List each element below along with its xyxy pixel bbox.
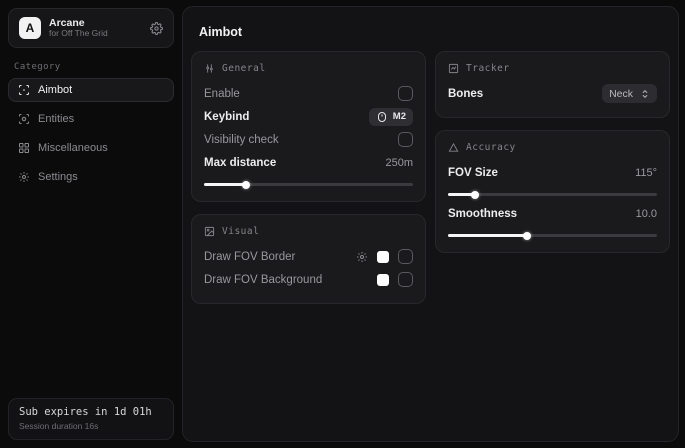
fov-size-value: 115° [635, 167, 657, 179]
visibility-check-checkbox[interactable] [398, 132, 413, 147]
slider-thumb[interactable] [242, 181, 250, 189]
accuracy-card: Accuracy FOV Size 115° Smoothness 10.0 [435, 130, 670, 253]
keybind-label: Keybind [204, 111, 249, 123]
slider-thumb[interactable] [471, 191, 479, 199]
gear-icon[interactable] [356, 251, 368, 263]
visual-card: Visual Draw FOV Border [191, 214, 426, 304]
max-distance-slider[interactable] [204, 183, 413, 186]
app-logo: A [19, 17, 41, 39]
sidebar-item-entities[interactable]: Entities [8, 107, 174, 131]
keybind-button[interactable]: M2 [369, 108, 413, 126]
fov-border-color-swatch[interactable] [377, 251, 389, 263]
max-distance-row: Max distance 250m [204, 151, 413, 174]
scan-eye-icon [18, 113, 30, 125]
sliders-icon [204, 63, 215, 74]
app-subtitle: for Off The Grid [49, 29, 142, 39]
app-header-card: A Arcane for Off The Grid [8, 8, 174, 48]
max-distance-label: Max distance [204, 157, 276, 169]
keybind-value: M2 [393, 111, 406, 122]
enable-row: Enable [204, 82, 413, 105]
smoothness-row: Smoothness 10.0 [448, 202, 657, 225]
visibility-check-label: Visibility check [204, 134, 279, 146]
sidebar-item-label: Settings [38, 171, 78, 183]
bones-label: Bones [448, 88, 483, 100]
crosshair-icon [18, 84, 30, 96]
enable-label: Enable [204, 88, 240, 100]
mouse-icon [376, 112, 388, 122]
bones-row: Bones Neck [448, 82, 657, 105]
app-window: A Arcane for Off The Grid Category [0, 0, 685, 448]
smoothness-value: 10.0 [636, 208, 657, 220]
gear-icon [18, 171, 30, 183]
sidebar-item-label: Aimbot [38, 84, 72, 96]
main-panel: Aimbot General [182, 6, 679, 442]
fov-border-row: Draw FOV Border [204, 245, 413, 268]
boxes-icon [18, 142, 30, 154]
section-title: Tracker [466, 63, 510, 74]
sidebar: A Arcane for Off The Grid Category [0, 0, 182, 448]
sidebar-item-label: Miscellaneous [38, 142, 108, 154]
sidebar-item-settings[interactable]: Settings [8, 165, 174, 189]
bones-selected-value: Neck [609, 88, 633, 100]
subscription-card: Sub expires in 1d 01h Session duration 1… [8, 398, 174, 440]
fov-background-row: Draw FOV Background [204, 268, 413, 291]
tracker-icon [448, 63, 459, 74]
sidebar-item-miscellaneous[interactable]: Miscellaneous [8, 136, 174, 160]
visibility-check-row: Visibility check [204, 128, 413, 151]
fov-size-label: FOV Size [448, 167, 498, 179]
max-distance-value: 250m [385, 157, 413, 169]
fov-border-checkbox[interactable] [398, 249, 413, 264]
triangle-icon [448, 142, 459, 153]
fov-size-slider[interactable] [448, 193, 657, 196]
session-duration-text: Session duration 16s [19, 421, 163, 431]
fov-background-label: Draw FOV Background [204, 274, 322, 286]
page-title: Aimbot [199, 25, 662, 39]
fov-size-row: FOV Size 115° [448, 161, 657, 184]
keybind-row: Keybind M2 [204, 105, 413, 128]
section-title: General [222, 63, 266, 74]
fov-border-label: Draw FOV Border [204, 251, 295, 263]
sidebar-nav: Aimbot Entities [8, 78, 174, 189]
category-label: Category [14, 62, 168, 72]
sidebar-item-aimbot[interactable]: Aimbot [8, 78, 174, 102]
general-card: General Enable Keybind [191, 51, 426, 202]
smoothness-slider[interactable] [448, 234, 657, 237]
chevrons-up-down-icon [640, 89, 650, 99]
enable-checkbox[interactable] [398, 86, 413, 101]
slider-thumb[interactable] [523, 232, 531, 240]
image-icon [204, 226, 215, 237]
tracker-card: Tracker Bones Neck [435, 51, 670, 118]
fov-background-color-swatch[interactable] [377, 274, 389, 286]
gear-icon[interactable] [150, 22, 163, 35]
section-title: Visual [222, 226, 259, 237]
fov-background-checkbox[interactable] [398, 272, 413, 287]
smoothness-label: Smoothness [448, 208, 517, 220]
sidebar-item-label: Entities [38, 113, 74, 125]
bones-select[interactable]: Neck [602, 84, 657, 103]
section-title: Accuracy [466, 142, 516, 153]
sub-expires-text: Sub expires in 1d 01h [19, 406, 163, 418]
